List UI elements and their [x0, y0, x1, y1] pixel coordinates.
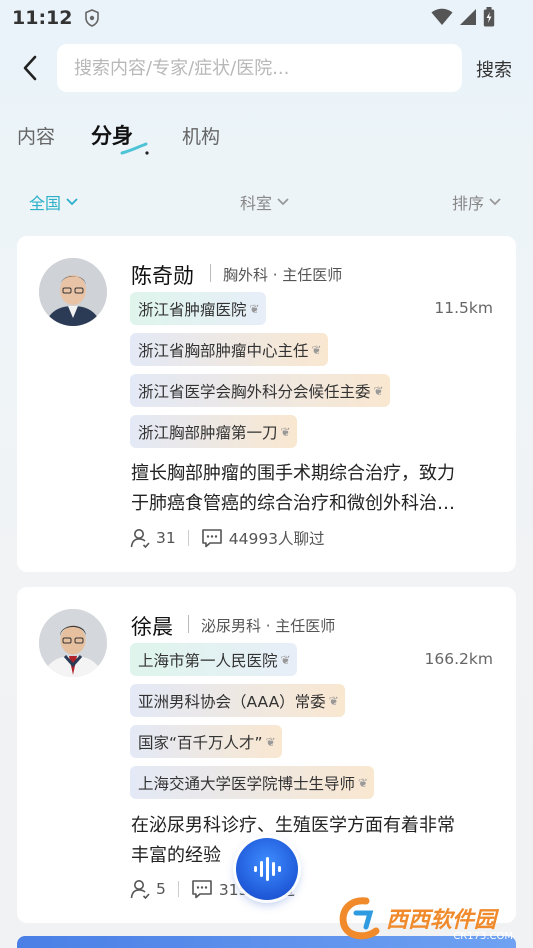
battery-icon	[483, 7, 495, 31]
title-tag: 浙江省胸部肿瘤中心主任 ❦	[130, 333, 328, 366]
doctor-department: 泌尿男科 · 主任医师	[201, 617, 336, 635]
laurel-icon: ❦	[280, 424, 291, 439]
filter-region[interactable]: 全国	[29, 190, 78, 214]
laurel-icon: ❦	[280, 652, 291, 667]
back-button[interactable]	[16, 54, 44, 82]
laurel-icon: ❦	[358, 775, 369, 790]
user-icon	[130, 879, 150, 899]
search-row: 搜索	[0, 44, 533, 92]
laurel-icon: ❦	[265, 734, 276, 749]
status-time: 11:12	[12, 7, 73, 29]
hospital-tag: 上海市第一人民医院 ❦	[130, 643, 297, 676]
tab-institution[interactable]: 机构	[182, 122, 220, 149]
watermark-logo: 西西软件园 CR173.COM	[336, 892, 533, 944]
distance: 166.2km	[424, 650, 493, 668]
avatar	[39, 609, 107, 677]
divider	[188, 615, 189, 633]
avatar	[39, 258, 107, 326]
wifi-icon	[431, 8, 453, 30]
sound-wave-icon	[254, 857, 281, 881]
chevron-down-icon	[66, 198, 78, 206]
search-input[interactable]	[74, 57, 444, 79]
watermark-emblem	[339, 897, 380, 940]
title-tag: 上海交通大学医学院博士生导师 ❦	[130, 766, 375, 799]
chevron-down-icon	[489, 198, 501, 206]
filter-sort-label: 排序	[452, 194, 485, 213]
laurel-icon: ❦	[311, 342, 322, 357]
shield-icon	[84, 9, 100, 27]
filter-department[interactable]: 科室	[240, 190, 289, 214]
divider	[177, 881, 179, 897]
follower-count: 31	[156, 529, 176, 547]
filter-department-label: 科室	[240, 194, 273, 213]
doctor-description: 擅长胸部肿瘤的围手术期综合治疗，致力 于肺癌食管癌的综合治疗和微创外科治…	[131, 463, 455, 514]
signal-icon	[459, 8, 477, 30]
laurel-icon: ❦	[373, 383, 384, 398]
title-tag: 浙江胸部肿瘤第一刀 ❦	[130, 415, 297, 448]
hospital-tag: 浙江省肿瘤医院 ❦	[130, 292, 266, 325]
user-icon	[130, 528, 150, 548]
filter-sort[interactable]: 排序	[452, 190, 501, 214]
search-box[interactable]	[57, 44, 462, 92]
chat-icon	[201, 528, 223, 548]
distance: 11.5km	[434, 299, 493, 317]
watermark-sub: CR173.COM	[453, 931, 513, 942]
divider	[210, 264, 211, 282]
chevron-left-icon	[23, 55, 37, 81]
title-tag: 亚洲男科协会（AAA）常委 ❦	[130, 684, 345, 717]
divider	[187, 530, 189, 546]
title-tag: 国家“百千万人才” ❦	[130, 725, 282, 758]
chevron-down-icon	[277, 198, 289, 206]
filter-bar: 全国 科室 排序	[0, 190, 533, 214]
tab-bar: 内容 分身 机构	[0, 120, 533, 155]
doctor-department: 胸外科 · 主任医师	[223, 266, 343, 284]
watermark-text: 西西软件园	[386, 908, 497, 933]
doctor-card[interactable]: 陈奇勋 胸外科 · 主任医师 浙江省肿瘤医院 ❦ 11.5km 浙江省胸部肿瘤中心…	[17, 236, 516, 572]
status-bar: 11:12	[0, 0, 533, 36]
search-button[interactable]: 搜索	[476, 56, 512, 82]
laurel-icon: ❦	[328, 693, 339, 708]
filter-region-label: 全国	[29, 194, 62, 213]
doctor-stats: 31 44993人聊过	[130, 527, 325, 549]
doctor-name: 徐晨	[131, 615, 173, 639]
chat-icon	[191, 879, 213, 899]
title-tag: 浙江省医学会胸外科分会候任主委 ❦	[130, 374, 390, 407]
doctor-name: 陈奇勋	[131, 264, 194, 288]
follower-count: 5	[156, 880, 166, 898]
doctor-description: 在泌尿男科诊疗、生殖医学方面有着非常 丰富的经验	[131, 815, 455, 866]
chat-count: 44993人聊过	[228, 530, 325, 548]
voice-assistant-button[interactable]	[236, 838, 298, 900]
tab-active-indicator	[120, 142, 149, 155]
tab-content[interactable]: 内容	[17, 122, 55, 149]
laurel-icon: ❦	[249, 301, 260, 316]
